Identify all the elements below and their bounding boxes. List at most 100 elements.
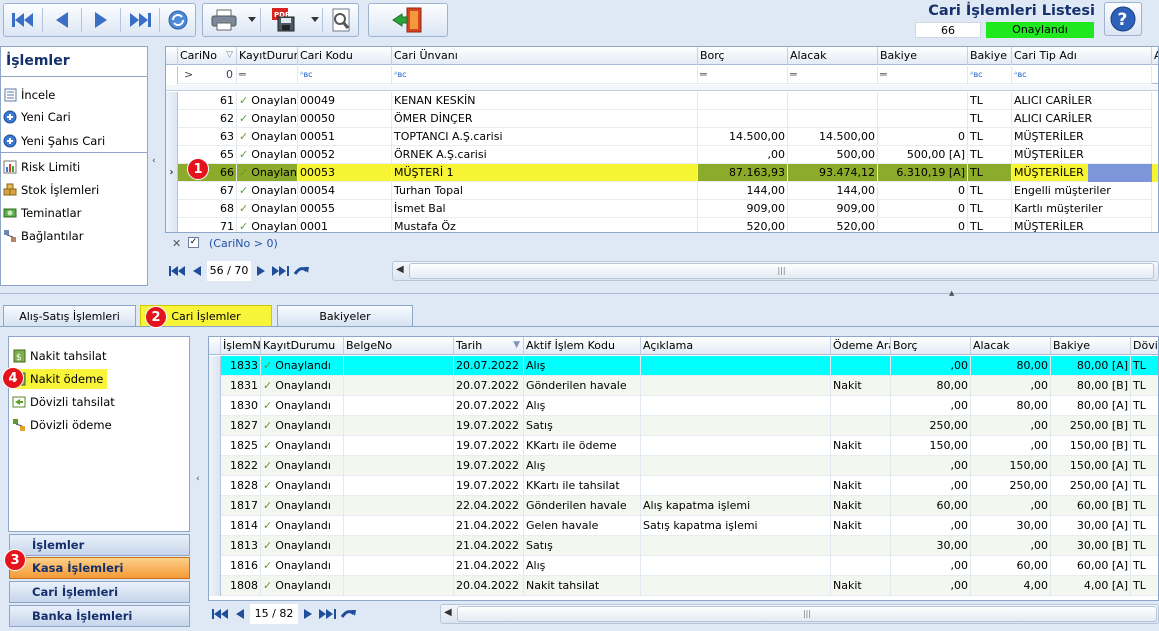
col-kayitdurumu[interactable]: KayıtDurumu [261, 337, 344, 355]
table-row[interactable]: › 66 ✓ Onaylan 00053 MÜŞTERİ 1 87.163,93 93.474… [166, 164, 1158, 182]
row-indicator[interactable] [209, 436, 221, 456]
table-row[interactable]: 1828 ✓ Onaylandı 19.07.2022 KKartı ile tahsi… [209, 476, 1158, 496]
row-indicator[interactable] [166, 182, 178, 200]
col-bakiye[interactable]: Bakiye [1051, 337, 1131, 355]
col-borc[interactable]: Borç [698, 47, 788, 65]
last-page-button[interactable] [318, 604, 338, 624]
settings-button[interactable] [323, 4, 359, 36]
previous-record-button[interactable] [43, 4, 81, 36]
table-row[interactable]: 1817 ✓ Onaylandı 22.04.2022 1 Gönderilen hav… [209, 496, 1158, 516]
nav-group-cari-islemleri[interactable]: Cari İşlemleri [9, 581, 190, 603]
help-button[interactable]: ? [1104, 2, 1142, 36]
nav-group-kasa-islemleri[interactable]: Kasa İşlemleri [9, 557, 190, 579]
refresh-page-button[interactable] [338, 604, 358, 624]
splitter-arrow[interactable]: ▲ [949, 289, 954, 297]
col-kayitdurumu[interactable]: KayıtDurumu [237, 47, 298, 65]
new-account-button[interactable]: Yeni Cari [3, 107, 71, 127]
collapse-left-panel-arrow[interactable]: ‹ [152, 156, 156, 166]
first-record-button[interactable] [4, 4, 42, 36]
table-row[interactable]: 67 ✓ Onaylan 00054 Turhan Topal 144,00 144,00 0… [166, 182, 1158, 200]
table-row[interactable]: 61 ✓ Onaylan 00049 KENAN KESKİN TL ALICI CARİL… [166, 92, 1158, 110]
first-page-button[interactable] [167, 261, 187, 281]
top-horizontal-scrollbar[interactable]: ◀ ||| [392, 261, 1159, 281]
table-row[interactable]: 1831 ✓ Onaylandı 20.07.2022 1 Gönderilen hav… [209, 376, 1158, 396]
refresh-page-button[interactable] [291, 261, 311, 281]
clear-filter-icon[interactable]: ✕ [172, 237, 181, 250]
dovizli-tahsilat-button[interactable]: Dövizli tahsilat [12, 392, 115, 412]
row-indicator[interactable] [166, 200, 178, 218]
col-odeme-araci[interactable]: Ödeme Araı [831, 337, 891, 355]
table-row[interactable]: 1814 ✓ Onaylandı 21.04.2022 1 Gelen havale Sa… [209, 516, 1158, 536]
guarantees-button[interactable]: Teminatlar [3, 203, 81, 223]
table-row[interactable]: 68 ✓ Onaylan 00055 İsmet Bal 909,00 909,00 0 TL K… [166, 200, 1158, 218]
row-indicator[interactable] [209, 516, 221, 536]
table-row[interactable]: 1830 ✓ Onaylandı 20.07.2022 0 Alış ,00 80,00 80… [209, 396, 1158, 416]
nav-group-islemler[interactable]: İşlemler [9, 534, 190, 556]
table-row[interactable]: 1822 ✓ Onaylandı 19.07.2022 1 Alış ,00 150,00 1… [209, 456, 1158, 476]
print-button[interactable] [203, 4, 245, 36]
col-islemno[interactable]: İşlemNo [221, 337, 261, 355]
row-indicator[interactable] [209, 496, 221, 516]
scroll-thumb[interactable]: ||| [409, 263, 1154, 279]
col-cari-kodu[interactable]: Cari Kodu [298, 47, 392, 65]
scroll-left-arrow[interactable]: ◀ [444, 607, 452, 618]
connections-button[interactable]: Bağlantılar [3, 226, 83, 246]
row-indicator[interactable] [166, 92, 178, 110]
col-aktif-islem-kodu[interactable]: Aktif İşlem Kodu [524, 337, 641, 355]
col-bakiye-d[interactable]: Bakiye D [968, 47, 1012, 65]
last-record-button[interactable] [121, 4, 159, 36]
table-row[interactable]: 62 ✓ Onaylan 00050 ÖMER DİNÇER TL ALICI CARİLE… [166, 110, 1158, 128]
row-indicator[interactable] [209, 376, 221, 396]
filter-alacak[interactable]: ═ [788, 66, 878, 84]
scroll-left-arrow[interactable]: ◀ [396, 264, 404, 275]
nakit-tahsilat-button[interactable]: $ Nakit tahsilat [12, 346, 106, 366]
col-borc[interactable]: Borç [891, 337, 971, 355]
filter-bakiye-d[interactable]: ᴬʙᴄ [968, 66, 1012, 84]
table-row[interactable]: 1833 ✓ Onaylandı 20.07.2022 1 Alış ,00 80,00 80… [209, 356, 1158, 376]
last-page-button[interactable] [271, 261, 291, 281]
row-indicator[interactable] [209, 476, 221, 496]
dovizli-odeme-button[interactable]: Dövizli ödeme [12, 415, 112, 435]
filter-cari-unvani[interactable]: ᴬʙᴄ [392, 66, 698, 84]
filter-icon[interactable]: ▽ [226, 47, 233, 64]
refresh-button[interactable] [160, 4, 196, 36]
filter-carino[interactable]: >0 [178, 66, 237, 84]
bottom-horizontal-scrollbar[interactable]: ◀ ||| [440, 604, 1159, 624]
col-bakiye[interactable]: Bakiye [878, 47, 968, 65]
table-row[interactable]: 65 ✓ Onaylan 00052 ÖRNEK A.Ş.carisi ,00 500,00… [166, 146, 1158, 164]
row-indicator[interactable] [209, 556, 221, 576]
col-aciklama[interactable]: Açıklama [641, 337, 831, 355]
filter-cari-tip[interactable]: ᴬʙᴄ [1012, 66, 1152, 84]
table-row[interactable]: 63 ✓ Onaylan 00051 TOPTANCI A.Ş.carisi 14.500… [166, 128, 1158, 146]
row-indicator[interactable] [209, 536, 221, 556]
filter-cari-kodu[interactable]: ᴬʙᴄ [298, 66, 392, 84]
risk-limit-button[interactable]: Risk Limiti [3, 157, 80, 177]
nakit-odeme-button[interactable]: Nakit ödeme [12, 369, 108, 389]
tab-alis-satis[interactable]: Alış-Satış İşlemleri [3, 305, 136, 326]
print-dropdown-button[interactable] [245, 4, 259, 36]
next-page-button[interactable] [298, 604, 318, 624]
table-row[interactable]: 1816 ✓ Onaylandı 21.04.2022 1 Alış ,00 60,00 60… [209, 556, 1158, 576]
first-page-button[interactable] [210, 604, 230, 624]
exit-button[interactable] [368, 3, 448, 37]
filter-expression[interactable]: (CariNo > 0) [209, 237, 278, 250]
filter-kayitdurumu[interactable]: ═ [237, 66, 298, 84]
inspect-button[interactable]: İncele [3, 85, 55, 105]
col-carino[interactable]: CariNo ▽ [178, 47, 237, 65]
table-row[interactable]: 71 ✓ Onaylan 0001 Mustafa Öz 520,00 520,00 0 TL M… [166, 218, 1158, 232]
prev-page-button[interactable] [187, 261, 207, 281]
nav-group-banka-islemleri[interactable]: Banka İşlemleri [9, 605, 190, 627]
collapse-bottom-left-arrow[interactable]: ‹ [196, 474, 200, 484]
row-indicator[interactable] [209, 396, 221, 416]
tab-bakiyeler[interactable]: Bakiyeler [277, 305, 413, 326]
table-row[interactable]: 1808 ✓ Onaylandı 20.04.2022 0 Nakit tahsilat… [209, 576, 1158, 596]
row-indicator[interactable] [209, 456, 221, 476]
row-indicator[interactable] [209, 416, 221, 436]
prev-page-button[interactable] [230, 604, 250, 624]
filter-borc[interactable]: ═ [698, 66, 788, 84]
table-row[interactable]: 1825 ✓ Onaylandı 19.07.2022 1 KKartı ile öde… [209, 436, 1158, 456]
next-page-button[interactable] [251, 261, 271, 281]
row-indicator[interactable] [209, 356, 221, 376]
stock-operations-button[interactable]: Stok İşlemleri [3, 180, 99, 200]
col-a[interactable]: A [1152, 47, 1158, 65]
